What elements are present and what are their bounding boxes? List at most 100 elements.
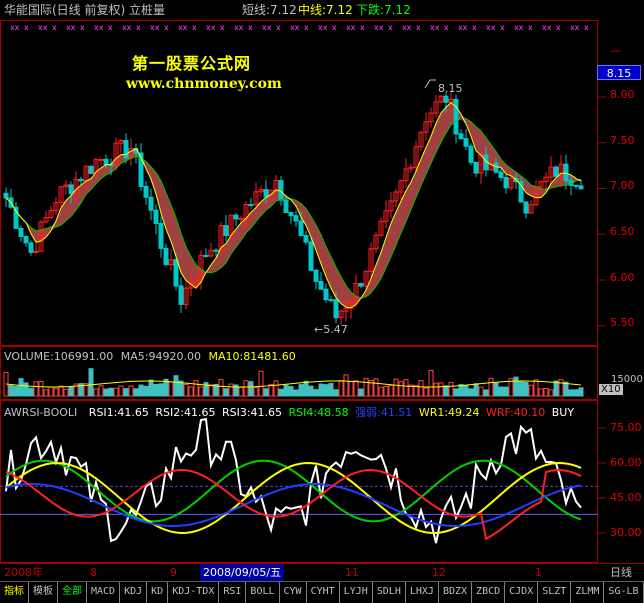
marker-x: xx [570, 23, 580, 32]
tab-all[interactable]: 全部 [58, 582, 87, 603]
watermark-title: 第一股票公式网 [132, 54, 252, 73]
marker-x: x [304, 23, 309, 32]
volume-bar [383, 385, 389, 397]
tab-sg-lb[interactable]: SG-LB [604, 582, 644, 603]
marker-x: xx [94, 23, 104, 32]
volume-bar [158, 383, 164, 397]
marker-x: xx [234, 23, 244, 32]
tab-indicator[interactable]: 指标 [0, 582, 29, 603]
tab-cjdx[interactable]: CJDX [505, 582, 539, 603]
candle-body [288, 212, 294, 217]
candle-body [493, 162, 499, 173]
volume-bar [573, 389, 579, 397]
tab-cyht[interactable]: CYHT [307, 582, 340, 603]
candle-body [313, 269, 319, 282]
tab-lhxj[interactable]: LHXJ [406, 582, 439, 603]
tab-boll[interactable]: BOLL [246, 582, 280, 603]
volume-bar [118, 385, 124, 397]
volume-bar [208, 384, 214, 397]
marker-x: xx [150, 23, 160, 32]
candle-body [553, 166, 559, 177]
tab-kd[interactable]: KD [147, 582, 169, 603]
marker-x: x [332, 23, 337, 32]
volume-bar [493, 382, 499, 397]
candle-body [88, 165, 94, 174]
rsi1-value: RSI1:41.65 [88, 406, 149, 419]
marker-x: x [584, 23, 589, 32]
ma10-value: MA10:81481.60 [208, 350, 296, 363]
candle-body [328, 299, 334, 302]
volume-bar [138, 384, 144, 397]
rsi2-value: RSI2:41.65 [155, 406, 216, 419]
candle-body [23, 235, 29, 244]
marker-x: x [108, 23, 113, 32]
volume-bar [333, 389, 339, 397]
wr1-value: WR1:49.24 [418, 406, 480, 419]
candle-body [213, 249, 219, 252]
volume-bar [223, 388, 229, 397]
candle-body [523, 201, 529, 214]
candle-body [3, 192, 9, 199]
volume-bar [463, 384, 469, 397]
date-label: 1 [535, 566, 542, 579]
tab-zlmm[interactable]: ZLMM [571, 582, 605, 603]
candle-body [238, 218, 244, 221]
volume-bar [318, 383, 324, 397]
candle-body [503, 176, 509, 189]
current-price-tag: 8.15 [597, 65, 641, 80]
period-label[interactable]: 日线 [610, 564, 632, 581]
volume-bar [238, 386, 244, 397]
volume-bar [43, 389, 49, 397]
volume-bar [293, 389, 299, 397]
volume-bar [343, 374, 349, 397]
volume-bar [453, 388, 459, 397]
tab-macd[interactable]: MACD [87, 582, 121, 603]
marker-x: x [24, 23, 29, 32]
tab-rsi[interactable]: RSI [219, 582, 247, 603]
date-label: 2008年 [4, 566, 43, 579]
volume-bar [568, 389, 574, 397]
volume-bar [428, 369, 434, 397]
tab-sdlh[interactable]: SDLH [373, 582, 406, 603]
candle-body [278, 179, 284, 201]
candle-body [463, 138, 469, 147]
volume-bar [178, 380, 184, 397]
volume-bar [328, 382, 334, 397]
volume-bar [563, 381, 569, 397]
marker-x: xx [10, 23, 20, 32]
tab-kdj-tdx[interactable]: KDJ-TDX [168, 582, 220, 603]
date-label: 12 [432, 566, 446, 579]
volume-bar [378, 386, 384, 397]
tab-kdj[interactable]: KDJ [120, 582, 148, 603]
indicator-name: AWRSI-BOOLI [4, 406, 78, 419]
tab-template[interactable]: 模板 [29, 582, 58, 603]
volume-bar [143, 385, 149, 397]
volume-bar [358, 388, 364, 397]
ma10-line [5, 118, 582, 299]
candle-body [98, 158, 104, 161]
volume-bar [33, 381, 39, 397]
candle-body [78, 178, 84, 182]
marker-x: xx [318, 23, 328, 32]
volume-bar [68, 386, 74, 397]
tab-lyjh[interactable]: LYJH [340, 582, 373, 603]
marker-x: xx [38, 23, 48, 32]
tab-bdzx[interactable]: BDZX [439, 582, 473, 603]
marker-x: x [52, 23, 57, 32]
volume-bar [448, 381, 454, 397]
marker-x: x [276, 23, 281, 32]
marker-x: xx [542, 23, 552, 32]
volume-bar [478, 386, 484, 397]
tab-slzt[interactable]: SLZT [538, 582, 572, 603]
marker-x: x [556, 23, 561, 32]
candle-body [263, 189, 269, 198]
volume-bar [418, 380, 424, 397]
candle-body [563, 163, 569, 182]
volume-bar [483, 389, 489, 397]
tab-cyw[interactable]: CYW [280, 582, 307, 603]
tab-zbcd[interactable]: ZBCD [472, 582, 506, 603]
stock-chart-canvas[interactable]: xx x xx x xx x xx x xx x xx x xx x xx x xx x xx x xx x xx x xx x x… [0, 0, 644, 602]
volume-bar [168, 381, 174, 397]
volume-bar [353, 380, 359, 397]
marker-x: xx [206, 23, 216, 32]
